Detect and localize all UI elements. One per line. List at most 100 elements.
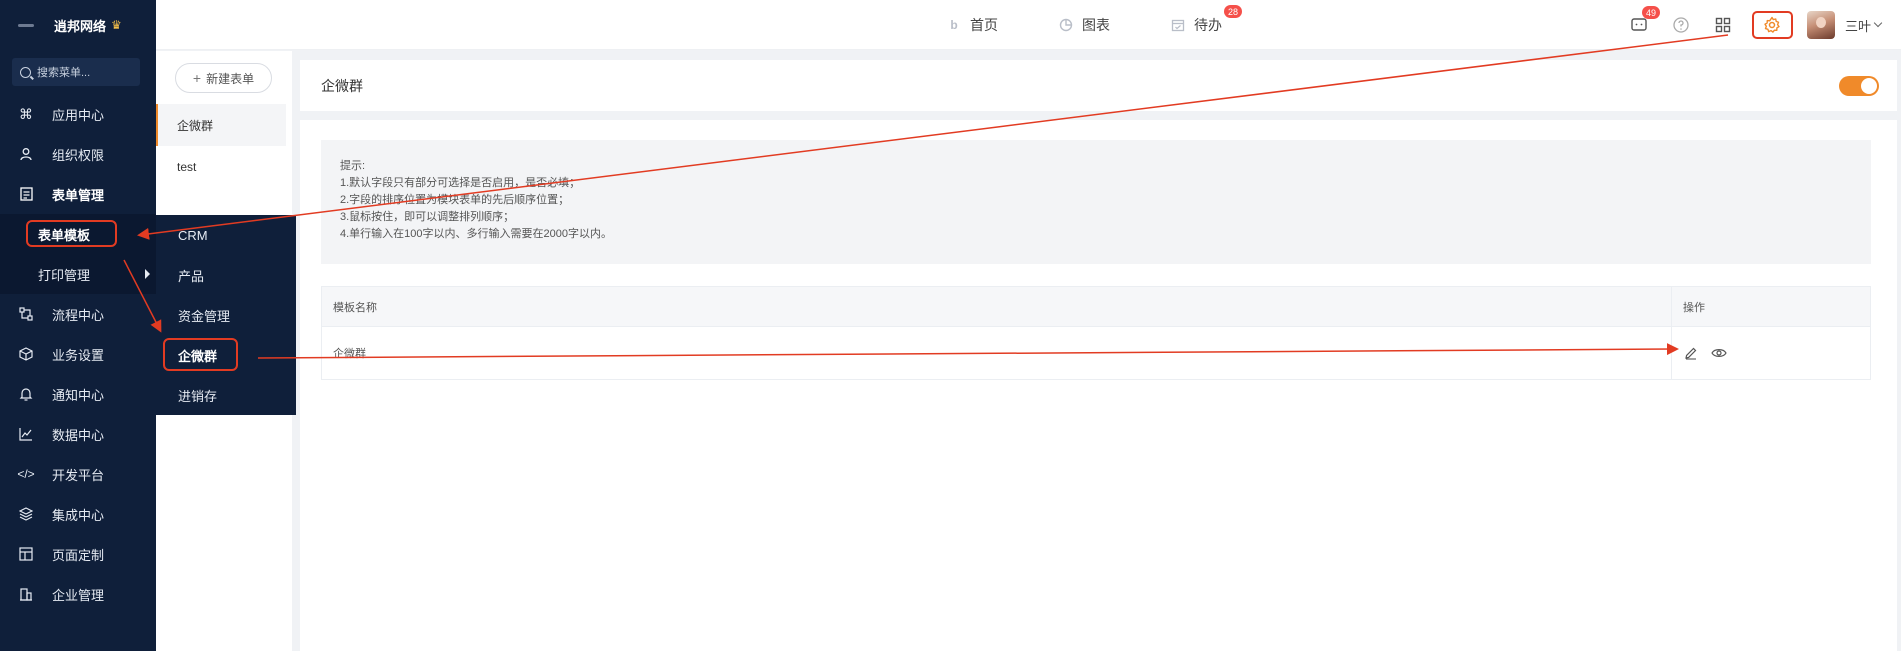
column-header-actions: 操作 (1683, 301, 1705, 314)
header-nav: b 首页 图表 待办 28 (946, 0, 1282, 50)
message-count-badge: 49 (1641, 6, 1660, 19)
form-list-item[interactable]: test (156, 146, 286, 188)
sidebar-item-form-management[interactable]: 表单管理 (0, 174, 156, 214)
help-icon (1673, 17, 1689, 33)
tips-line: 1.默认字段只有部分可选择是否启用，是否必填； (340, 177, 581, 189)
nav-home[interactable]: b 首页 (946, 15, 998, 35)
search-icon (20, 66, 31, 78)
tips-panel: 提示: 1.默认字段只有部分可选择是否启用，是否必填； 2.字段的排序位置为模块… (321, 140, 1871, 264)
top-header: b 首页 图表 待办 28 49 三叶 (156, 0, 1901, 50)
sidebar-item-label: 开发平台 (52, 467, 105, 483)
nav-label: 图表 (1082, 17, 1110, 33)
form-list-item[interactable]: 企微群 (156, 104, 286, 146)
sidebar-item-label: 流程中心 (52, 307, 105, 323)
help-button[interactable] (1668, 12, 1694, 38)
nav-label: 首页 (970, 17, 998, 33)
sidebar-item-dev-platform[interactable]: </> 开发平台 (0, 454, 156, 494)
main-content: 提示: 1.默认字段只有部分可选择是否启用，是否必填； 2.字段的排序位置为模块… (300, 120, 1897, 651)
message-button[interactable]: 49 (1626, 6, 1660, 38)
plus-icon: + (192, 70, 202, 86)
table-header-row: 模板名称 操作 (322, 287, 1870, 327)
sidebar-subitem-label: 打印管理 (38, 267, 91, 283)
command-icon: ⌘ (19, 105, 33, 122)
sidebar-item-enterprise-management[interactable]: 企业管理 (0, 574, 156, 614)
crown-icon: ♛ (111, 18, 122, 32)
table-row: 企微群 (322, 327, 1870, 379)
sidebar-item-notification-center[interactable]: 通知中心 (0, 374, 156, 414)
chart-icon (18, 427, 34, 441)
form-template-flyout: CRM 产品 资金管理 企微群 进销存 (156, 215, 296, 415)
brand: 逍邦网络 ♛ (0, 0, 156, 50)
todo-count-badge: 28 (1223, 5, 1242, 18)
sidebar: 逍邦网络 ♛ 搜索菜单... ⌘ 应用中心 组织权限 表单管理 表单模板 打印管… (0, 0, 156, 651)
sidebar-subitem-print-management[interactable]: 打印管理 (0, 254, 156, 294)
form-icon (18, 187, 34, 201)
tips-heading: 提示: (340, 160, 366, 172)
nav-charts[interactable]: 图表 (1058, 15, 1110, 35)
gear-icon (1764, 16, 1781, 33)
settings-button[interactable] (1751, 11, 1793, 39)
header-tools: 49 三叶 (1610, 0, 1883, 50)
cube-icon (18, 347, 34, 361)
annotation-highlight-wecom-group (163, 338, 238, 371)
building-icon (18, 587, 34, 601)
pie-icon (1058, 17, 1074, 33)
nav-label: 待办 (1194, 17, 1222, 33)
layout-icon (18, 547, 34, 561)
sidebar-item-page-customization[interactable]: 页面定制 (0, 534, 156, 574)
caret-right-icon (145, 269, 150, 279)
enable-toggle[interactable] (1839, 76, 1879, 96)
form-list-item-label: 企微群 (177, 118, 214, 133)
column-header-name: 模板名称 (322, 287, 1672, 326)
sidebar-item-business-settings[interactable]: 业务设置 (0, 334, 156, 374)
sidebar-item-label: 组织权限 (52, 147, 105, 163)
menu-toggle-icon[interactable] (18, 23, 34, 27)
menu-search-input[interactable]: 搜索菜单... (12, 58, 140, 86)
code-icon: </> (17, 467, 35, 481)
username[interactable]: 三叶 (1845, 16, 1871, 35)
cell-template-name: 企微群 (322, 327, 1672, 379)
sidebar-item-org-permissions[interactable]: 组织权限 (0, 134, 156, 174)
new-form-button-label: 新建表单 (206, 71, 255, 86)
eye-icon[interactable] (1711, 345, 1727, 361)
flyout-item-crm[interactable]: CRM (156, 215, 296, 255)
brand-name: 逍邦网络 (54, 18, 107, 34)
form-list-item-label: test (177, 160, 197, 174)
tips-line: 3.鼠标按住，即可以调整排列顺序； (340, 211, 515, 223)
layers-icon (18, 507, 34, 521)
tips-line: 2.字段的排序位置为模块表单的先后顺序位置； (340, 194, 570, 206)
page-title-bar: 企微群 (300, 60, 1897, 111)
sidebar-item-label: 表单管理 (52, 187, 105, 203)
flyout-item-label: 产品 (178, 268, 205, 284)
sidebar-item-integration-center[interactable]: 集成中心 (0, 494, 156, 534)
page-title: 企微群 (321, 77, 363, 94)
menu-search-placeholder: 搜索菜单... (37, 67, 91, 79)
sidebar-item-label: 数据中心 (52, 427, 105, 443)
sidebar-item-app-center[interactable]: ⌘ 应用中心 (0, 94, 156, 134)
flyout-item-product[interactable]: 产品 (156, 255, 296, 295)
sidebar-item-label: 应用中心 (52, 107, 105, 123)
template-table: 模板名称 操作 企微群 (321, 286, 1871, 380)
flyout-item-label: CRM (178, 227, 208, 243)
sidebar-item-flow-center[interactable]: 流程中心 (0, 294, 156, 334)
sidebar-item-label: 业务设置 (52, 347, 105, 363)
sidebar-item-label: 页面定制 (52, 547, 105, 563)
calendar-icon (1170, 17, 1186, 33)
flyout-item-funds[interactable]: 资金管理 (156, 295, 296, 335)
edit-icon[interactable] (1683, 345, 1699, 361)
cell-actions (1672, 327, 1870, 379)
b-logo-icon: b (950, 18, 958, 32)
bell-icon (18, 387, 34, 401)
new-form-button[interactable]: + 新建表单 (175, 63, 272, 93)
flyout-item-label: 进销存 (178, 388, 218, 404)
flyout-item-inventory[interactable]: 进销存 (156, 375, 296, 415)
chevron-down-icon[interactable] (1873, 18, 1883, 28)
nav-todo[interactable]: 待办 28 (1170, 5, 1242, 35)
apps-grid-button[interactable] (1710, 12, 1736, 38)
avatar[interactable] (1806, 11, 1835, 39)
flow-icon (18, 307, 34, 321)
user-icon (18, 147, 34, 161)
sidebar-item-data-center[interactable]: 数据中心 (0, 414, 156, 454)
sidebar-item-label: 集成中心 (52, 507, 105, 523)
flyout-item-label: 资金管理 (178, 308, 231, 324)
